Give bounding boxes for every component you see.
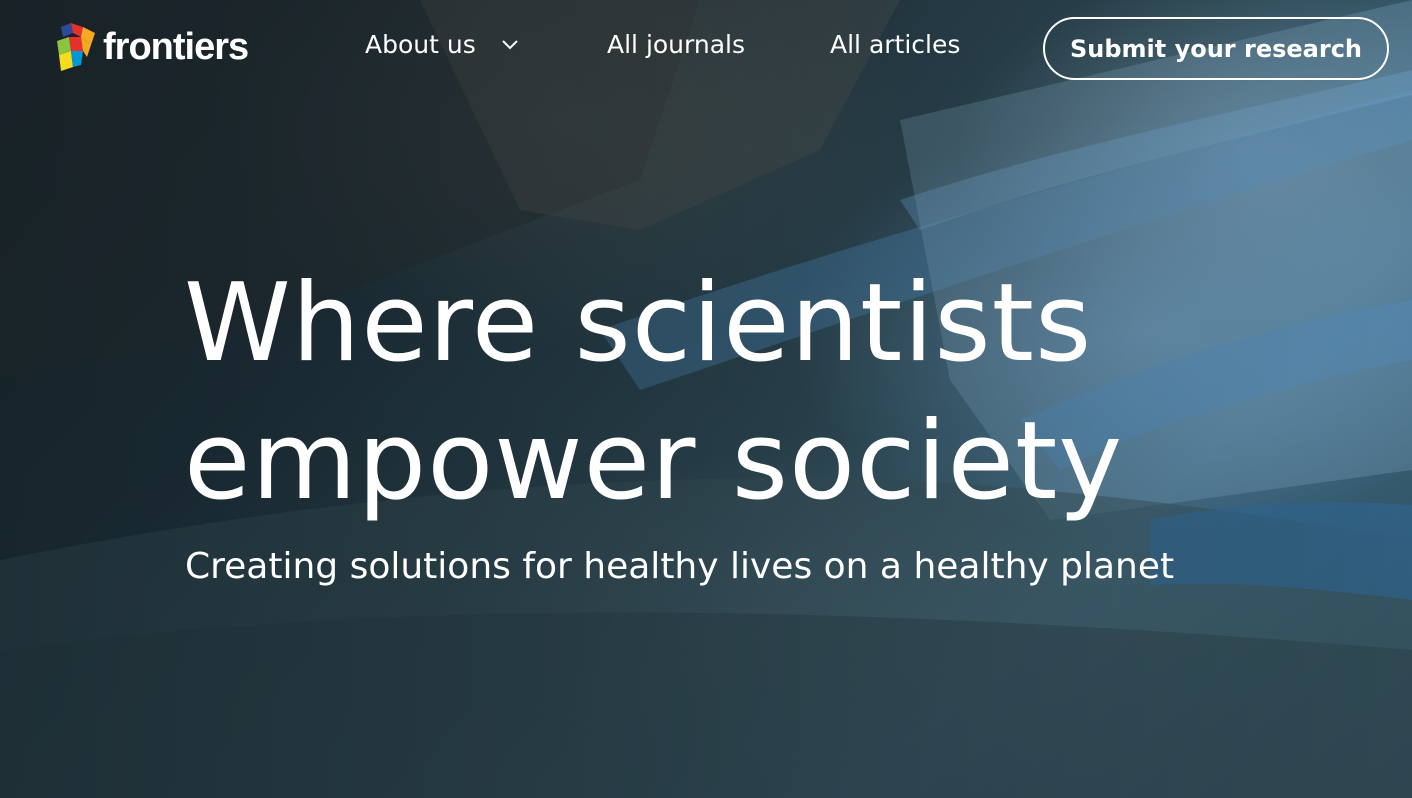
nav-about-us-label: About us <box>365 30 476 59</box>
frontiers-logo[interactable]: frontiers <box>55 22 249 72</box>
nav-all-journals[interactable]: All journals <box>607 30 745 59</box>
hero-headline-line-2: empower society <box>184 399 1124 524</box>
hero-section: frontiers About us All journals All arti… <box>0 0 1412 798</box>
chevron-down-icon <box>502 39 518 49</box>
hero-headline-line-1: Where scientists <box>184 261 1093 386</box>
frontiers-logo-icon <box>57 23 95 71</box>
brand-name: frontiers <box>103 25 249 68</box>
nav-all-articles-label: All articles <box>830 30 961 59</box>
hero-subheadline: Creating solutions for healthy lives on … <box>185 546 1175 587</box>
nav-all-journals-label: All journals <box>607 30 746 59</box>
nav-about-us[interactable]: About us <box>365 30 520 59</box>
nav-all-articles[interactable]: All articles <box>830 30 960 59</box>
hero-headline: Where scientists empower society <box>184 255 1284 531</box>
submit-research-button[interactable]: Submit your research <box>1043 17 1389 80</box>
site-header: frontiers About us All journals All arti… <box>0 0 1412 98</box>
